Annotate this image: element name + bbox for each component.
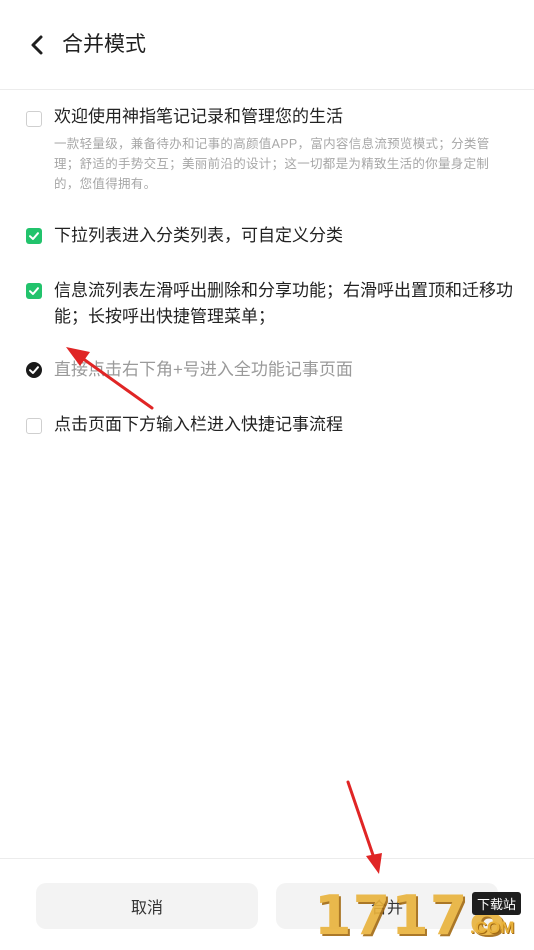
check-icon — [29, 232, 39, 240]
checkbox-unchecked[interactable] — [26, 111, 42, 127]
check-icon — [29, 366, 39, 374]
checkbox-checked-dark[interactable] — [26, 362, 42, 378]
checkbox-unchecked[interactable] — [26, 418, 42, 434]
app-header: 合并模式 — [0, 0, 534, 90]
item-label: 点击页面下方输入栏进入快捷记事流程 — [54, 415, 343, 434]
cancel-button[interactable]: 取消 — [36, 883, 258, 929]
back-button[interactable] — [22, 30, 52, 60]
checkbox-checked[interactable] — [26, 228, 42, 244]
checkbox-checked[interactable] — [26, 283, 42, 299]
merge-button[interactable]: 合并 — [276, 883, 498, 929]
item-label: 直接点击右下角+号进入全功能记事页面 — [54, 360, 353, 379]
item-label: 信息流列表左滑呼出删除和分享功能；右滑呼出置顶和迁移功能；长按呼出快捷管理菜单； — [54, 281, 513, 326]
chevron-left-icon — [31, 35, 43, 55]
item-description: 一款轻量级，兼备待办和记事的高颜值APP，富内容信息流预览模式；分类管理；舒适的… — [54, 137, 490, 191]
item-label: 欢迎使用神指笔记记录和管理您的生活 — [54, 107, 343, 126]
footer-bar: 取消 合并 — [0, 858, 534, 950]
page-title: 合并模式 — [62, 33, 146, 56]
check-icon — [29, 287, 39, 295]
item-label: 下拉列表进入分类列表，可自定义分类 — [54, 226, 343, 245]
